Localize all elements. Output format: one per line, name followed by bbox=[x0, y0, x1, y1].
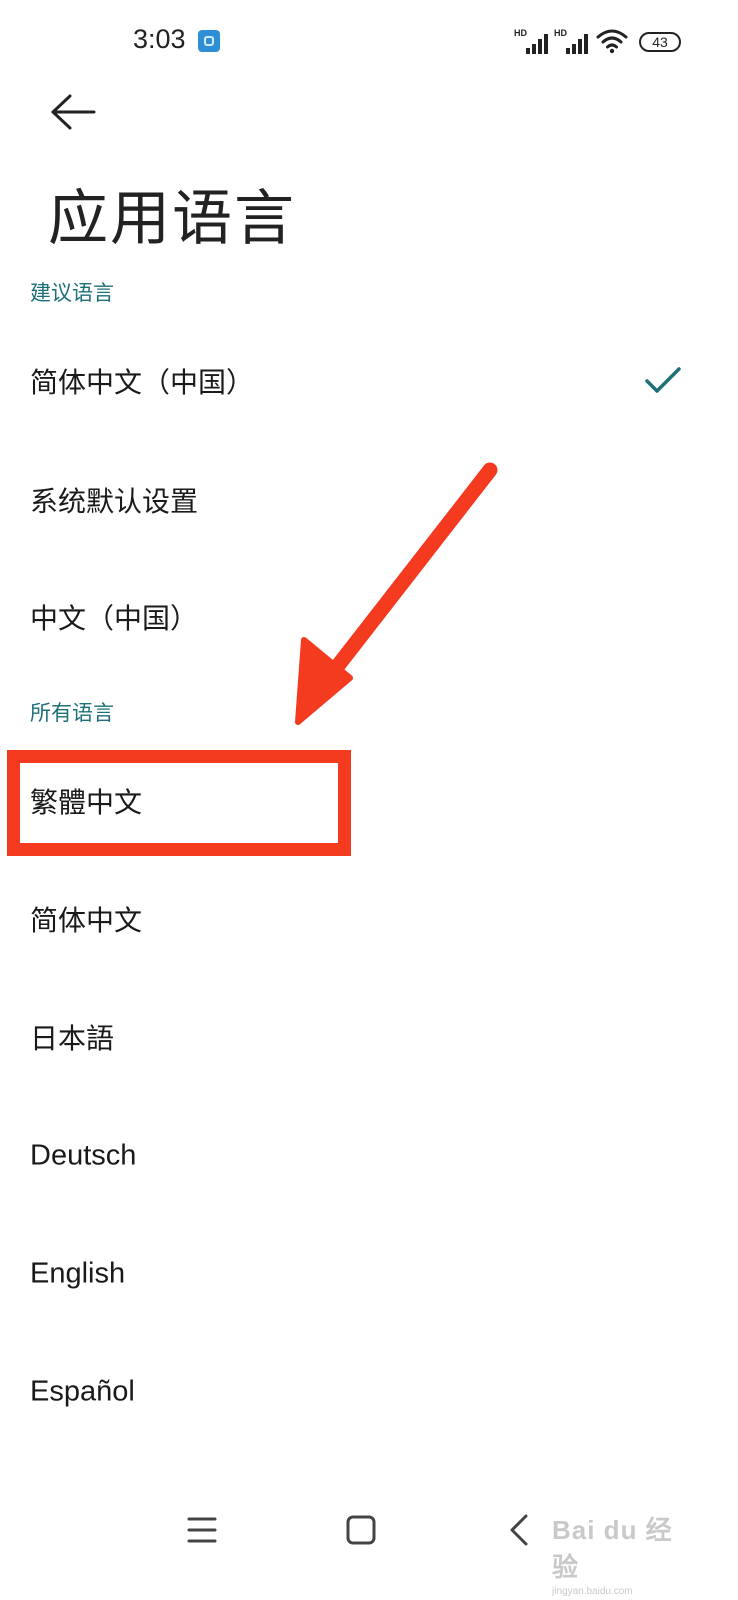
page-title: 应用语言 bbox=[48, 184, 296, 254]
language-label: 简体中文（中国） bbox=[30, 366, 255, 399]
language-item[interactable]: 日本語 bbox=[0, 978, 738, 1096]
signal-icon: HD bbox=[554, 28, 590, 54]
language-item[interactable]: 简体中文 bbox=[0, 860, 738, 978]
back-arrow-icon[interactable] bbox=[48, 90, 100, 134]
watermark-sub: jingyan.baidu.com bbox=[552, 1586, 633, 1597]
section-header-all: 所有语言 bbox=[30, 701, 114, 725]
section-header-suggested: 建议语言 bbox=[30, 281, 114, 305]
language-item[interactable]: English bbox=[0, 1215, 738, 1333]
hd-label: HD bbox=[514, 28, 527, 38]
status-time: 3:03 bbox=[133, 24, 186, 54]
language-label: 日本語 bbox=[30, 1022, 115, 1055]
back-nav-icon[interactable] bbox=[498, 1508, 542, 1552]
language-item[interactable]: 中文（中国） bbox=[0, 558, 738, 676]
language-label: 中文（中国） bbox=[30, 602, 199, 635]
language-item[interactable]: 系统默认设置 bbox=[0, 441, 738, 559]
notification-app-icon bbox=[198, 30, 220, 52]
check-icon bbox=[645, 367, 681, 393]
home-icon[interactable] bbox=[339, 1508, 383, 1552]
hd-label: HD bbox=[554, 28, 567, 38]
menu-icon[interactable] bbox=[180, 1508, 224, 1552]
wifi-icon bbox=[596, 29, 628, 54]
annotation-highlight-box bbox=[7, 750, 351, 856]
language-label: English bbox=[30, 1257, 126, 1290]
language-label: Español bbox=[30, 1375, 135, 1408]
battery-icon: 43 bbox=[639, 32, 681, 52]
language-label: Deutsch bbox=[30, 1139, 137, 1172]
language-item[interactable]: Deutsch bbox=[0, 1097, 738, 1215]
language-label: 系统默认设置 bbox=[30, 485, 199, 518]
language-item[interactable]: Español bbox=[0, 1333, 738, 1451]
language-label: 简体中文 bbox=[30, 904, 143, 937]
screen: 3:03 HD HD 43 应用语言 建议语言 简体中文（中国） 系统默认设置 … bbox=[0, 0, 738, 1600]
status-bar: 3:03 HD HD 43 bbox=[0, 0, 738, 84]
language-item[interactable]: 简体中文（中国） bbox=[0, 322, 738, 440]
signal-icon: HD bbox=[514, 28, 550, 54]
watermark: Bai du 经验 jingyan.baidu.com bbox=[552, 1510, 692, 1597]
watermark-main: Bai du 经验 bbox=[552, 1515, 673, 1582]
